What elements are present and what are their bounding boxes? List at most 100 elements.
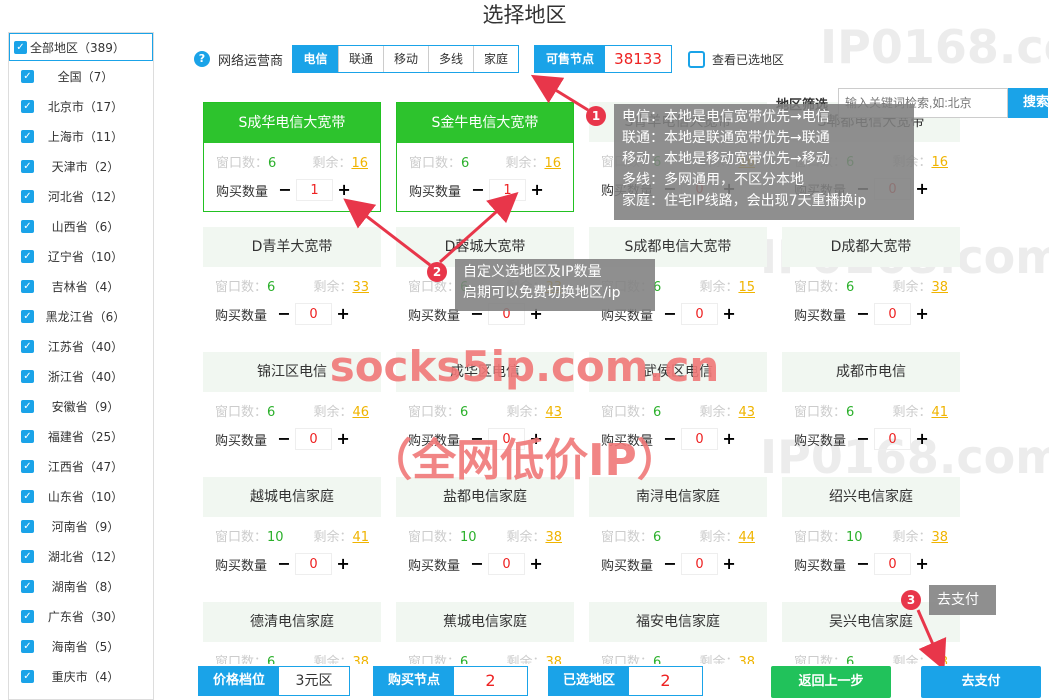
question-icon[interactable]: ? <box>194 51 210 67</box>
node-card[interactable]: 武侯区电信 窗口数：6 剩余：43 购买数量 −0 + <box>589 352 767 462</box>
qty-value[interactable]: 0 <box>874 428 912 450</box>
minus-icon[interactable]: − <box>466 428 488 450</box>
card-title[interactable]: 福安电信家庭 <box>589 602 767 642</box>
sidebar-item[interactable]: ✓ 湖南省（8） <box>9 571 153 601</box>
sidebar-item[interactable]: ✓ 辽宁省（10） <box>9 241 153 271</box>
tab-mobile[interactable]: 移动 <box>383 46 429 72</box>
qty-value[interactable]: 0 <box>681 428 719 450</box>
search-button[interactable]: 搜索 <box>1008 88 1049 118</box>
sidebar-item[interactable]: ✓ 湖北省（12） <box>9 541 153 571</box>
node-card[interactable]: 成都市电信 窗口数：6 剩余：41 购买数量 −0 + <box>782 352 960 462</box>
minus-icon[interactable]: − <box>659 428 681 450</box>
checkbox-checked-icon[interactable]: ✓ <box>21 519 34 533</box>
node-card[interactable]: 德清电信家庭窗口数：6剩余：38购买数量−0+ <box>203 602 381 664</box>
sidebar-item[interactable]: ✓ 黑龙江省（6） <box>9 301 153 331</box>
plus-icon[interactable]: + <box>911 178 933 200</box>
node-card[interactable]: 蕉城电信家庭窗口数：6剩余：38购买数量−0+ <box>396 602 574 664</box>
card-title[interactable]: 成华区电信 <box>396 352 574 392</box>
node-card[interactable]: D成都大宽带 窗口数：6 剩余：38 购买数量 −0 + <box>782 227 960 337</box>
checkbox-unchecked-icon[interactable] <box>688 50 706 68</box>
sidebar-item[interactable]: ✓ 全国（7） <box>9 61 153 91</box>
checkbox-checked-icon[interactable]: ✓ <box>21 609 34 623</box>
checkbox-checked-icon[interactable]: ✓ <box>21 639 34 653</box>
plus-icon[interactable]: + <box>525 428 547 450</box>
sidebar-item[interactable]: ✓ 天津市（2） <box>9 151 153 181</box>
checkbox-checked-icon[interactable]: ✓ <box>21 489 34 503</box>
sidebar-item[interactable]: ✓ 安徽省（9） <box>9 391 153 421</box>
card-title[interactable]: 蕉城电信家庭 <box>396 602 574 642</box>
checkbox-checked-icon[interactable]: ✓ <box>21 429 34 443</box>
plus-icon[interactable]: + <box>332 553 354 575</box>
card-title[interactable]: D青羊大宽带 <box>203 227 381 267</box>
minus-icon[interactable]: − <box>659 303 681 325</box>
minus-icon[interactable]: − <box>274 179 296 201</box>
card-title[interactable]: 绍兴电信家庭 <box>782 477 960 517</box>
sidebar-item[interactable]: ✓ 北京市（17） <box>9 91 153 121</box>
card-title[interactable]: 盐都电信家庭 <box>396 477 574 517</box>
plus-icon[interactable]: + <box>718 428 740 450</box>
qty-value[interactable]: 0 <box>295 303 333 325</box>
qty-value[interactable]: 0 <box>681 303 719 325</box>
checkbox-checked-icon[interactable]: ✓ <box>21 249 34 263</box>
checkbox-checked-icon[interactable]: ✓ <box>14 40 27 54</box>
minus-icon[interactable]: − <box>466 553 488 575</box>
checkbox-checked-icon[interactable]: ✓ <box>21 279 34 293</box>
qty-value[interactable]: 0 <box>295 553 333 575</box>
minus-icon[interactable]: − <box>852 303 874 325</box>
sidebar-item[interactable]: ✓ 吉林省（4） <box>9 271 153 301</box>
checkbox-checked-icon[interactable]: ✓ <box>21 339 34 353</box>
qty-value[interactable]: 0 <box>681 553 719 575</box>
checkbox-checked-icon[interactable]: ✓ <box>21 99 34 113</box>
tab-multiline[interactable]: 多线 <box>428 46 474 72</box>
card-title[interactable]: 德清电信家庭 <box>203 602 381 642</box>
card-title[interactable]: 越城电信家庭 <box>203 477 381 517</box>
minus-icon[interactable]: − <box>852 428 874 450</box>
node-card[interactable]: 越城电信家庭 窗口数：10 剩余：41 购买数量 −0 + <box>203 477 381 587</box>
tab-home[interactable]: 家庭 <box>473 46 519 72</box>
plus-icon[interactable]: + <box>333 179 355 201</box>
sidebar-item[interactable]: ✓ 海南省（5） <box>9 631 153 661</box>
sidebar-item[interactable]: ✓ 江西省（47） <box>9 451 153 481</box>
checkbox-checked-icon[interactable]: ✓ <box>21 369 34 383</box>
plus-icon[interactable]: + <box>911 303 933 325</box>
plus-icon[interactable]: + <box>718 303 740 325</box>
sidebar-item[interactable]: ✓ 上海市（11） <box>9 121 153 151</box>
tab-unicom[interactable]: 联通 <box>338 46 384 72</box>
price-tier-box[interactable]: 价格档位 3元区 <box>198 666 350 696</box>
plus-icon[interactable]: + <box>525 553 547 575</box>
card-title[interactable]: S成华电信大宽带 <box>204 103 380 143</box>
node-card[interactable]: 盐都电信家庭 窗口数：10 剩余：38 购买数量 −0 + <box>396 477 574 587</box>
checkbox-checked-icon[interactable]: ✓ <box>21 159 34 173</box>
plus-icon[interactable]: + <box>911 553 933 575</box>
checkbox-checked-icon[interactable]: ✓ <box>21 309 34 323</box>
plus-icon[interactable]: + <box>718 553 740 575</box>
minus-icon[interactable]: − <box>273 303 295 325</box>
qty-value[interactable]: 0 <box>874 553 912 575</box>
card-title[interactable]: 武侯区电信 <box>589 352 767 392</box>
node-card[interactable]: S金牛电信大宽带 窗口数：6 剩余：16 购买数量 −1 + <box>396 102 574 212</box>
checkbox-checked-icon[interactable]: ✓ <box>21 549 34 563</box>
qty-value[interactable]: 1 <box>296 179 334 201</box>
qty-value[interactable]: 0 <box>874 303 912 325</box>
card-title[interactable]: 南浔电信家庭 <box>589 477 767 517</box>
minus-icon[interactable]: − <box>852 553 874 575</box>
node-card[interactable]: 锦江区电信 窗口数：6 剩余：46 购买数量 −0 + <box>203 352 381 462</box>
checkbox-checked-icon[interactable]: ✓ <box>21 129 34 143</box>
qty-value[interactable]: 0 <box>488 553 526 575</box>
card-title[interactable]: D成都大宽带 <box>782 227 960 267</box>
checkbox-checked-icon[interactable]: ✓ <box>21 459 34 473</box>
card-title[interactable]: 成都市电信 <box>782 352 960 392</box>
pay-button[interactable]: 去支付 <box>921 666 1041 698</box>
node-card[interactable]: 福安电信家庭窗口数：6剩余：38购买数量−0+ <box>589 602 767 664</box>
node-card[interactable]: 南浔电信家庭 窗口数：6 剩余：44 购买数量 −0 + <box>589 477 767 587</box>
minus-icon[interactable]: − <box>467 179 489 201</box>
minus-icon[interactable]: − <box>273 553 295 575</box>
minus-icon[interactable]: − <box>659 553 681 575</box>
node-card[interactable]: D青羊大宽带 窗口数：6 剩余：33 购买数量 −0 + <box>203 227 381 337</box>
sidebar-item[interactable]: ✓ 浙江省（40） <box>9 361 153 391</box>
checkbox-checked-icon[interactable]: ✓ <box>21 219 34 233</box>
checkbox-checked-icon[interactable]: ✓ <box>21 579 34 593</box>
qty-value[interactable]: 0 <box>295 428 333 450</box>
sidebar-item[interactable]: ✓ 山东省（10） <box>9 481 153 511</box>
qty-value[interactable]: 1 <box>489 179 527 201</box>
